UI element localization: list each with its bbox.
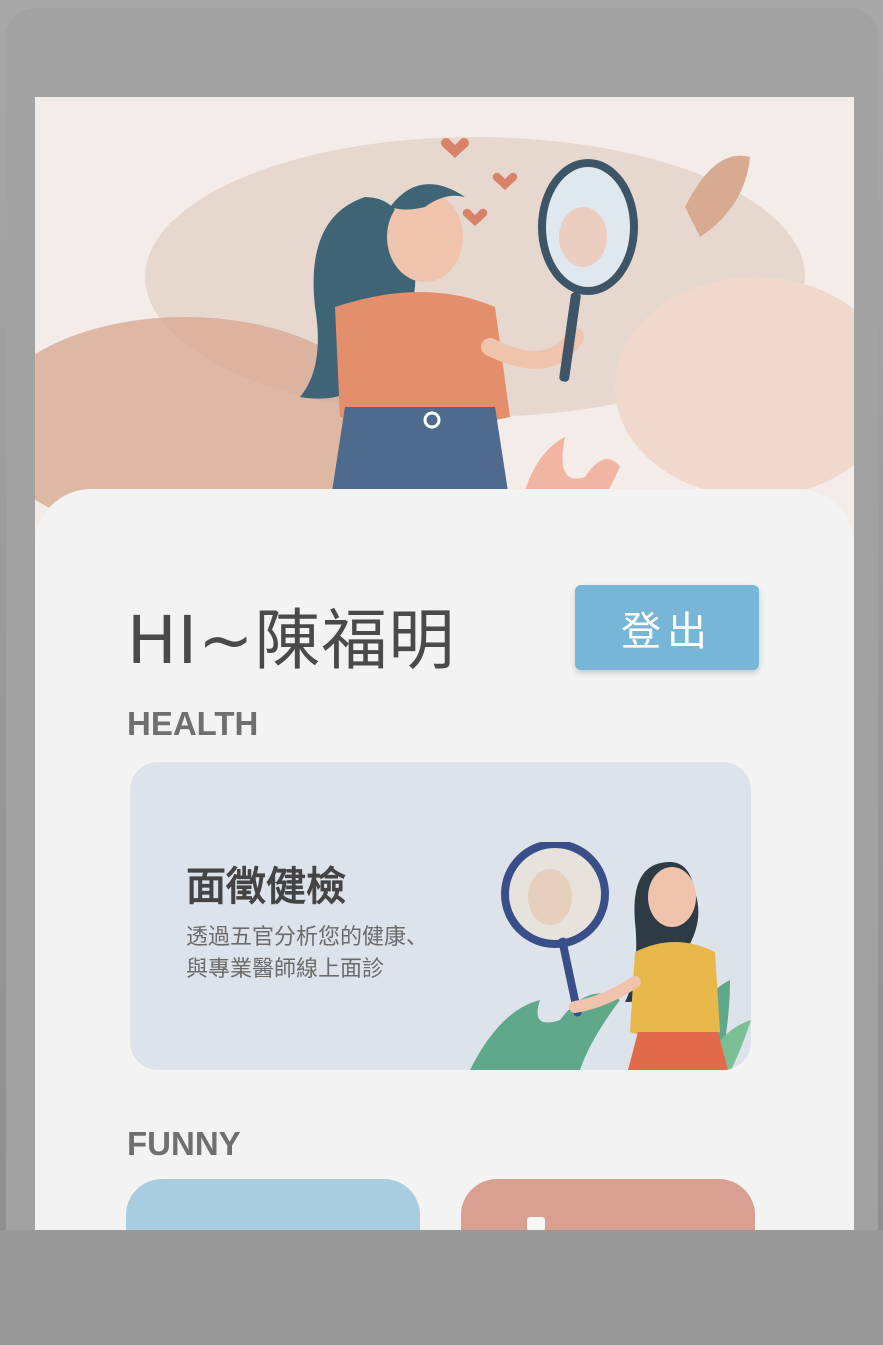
feature-card-description-line-1: 透過五官分析您的健康、 xyxy=(186,925,429,950)
app-screen: HI~陳福明 登出 HEALTH 面徵健檢 透過五官分析您的健康、 與專業醫師線… xyxy=(35,97,854,1230)
woman-with-mirror-icon xyxy=(35,97,854,537)
funny-section-title: FUNNY xyxy=(127,1125,241,1162)
device-bottom-bezel xyxy=(0,1230,883,1345)
funny-card-2-icon xyxy=(527,1217,545,1230)
logout-button[interactable]: 登出 xyxy=(575,585,759,670)
greeting-text: HI~陳福明 xyxy=(127,602,456,679)
feature-card-description-line-2: 與專業醫師線上面診 xyxy=(186,957,385,982)
feature-card-description: 透過五官分析您的健康、 與專業醫師線上面診 xyxy=(186,922,486,986)
feature-card-title: 面徵健檢 xyxy=(186,864,346,910)
face-health-check-card[interactable]: 面徵健檢 透過五官分析您的健康、 與專業醫師線上面診 xyxy=(130,762,751,1070)
health-section-title: HEALTH xyxy=(127,705,259,742)
funny-card-1[interactable] xyxy=(126,1179,420,1230)
funny-card-2[interactable] xyxy=(461,1179,755,1230)
woman-with-magnifier-icon xyxy=(470,842,751,1070)
